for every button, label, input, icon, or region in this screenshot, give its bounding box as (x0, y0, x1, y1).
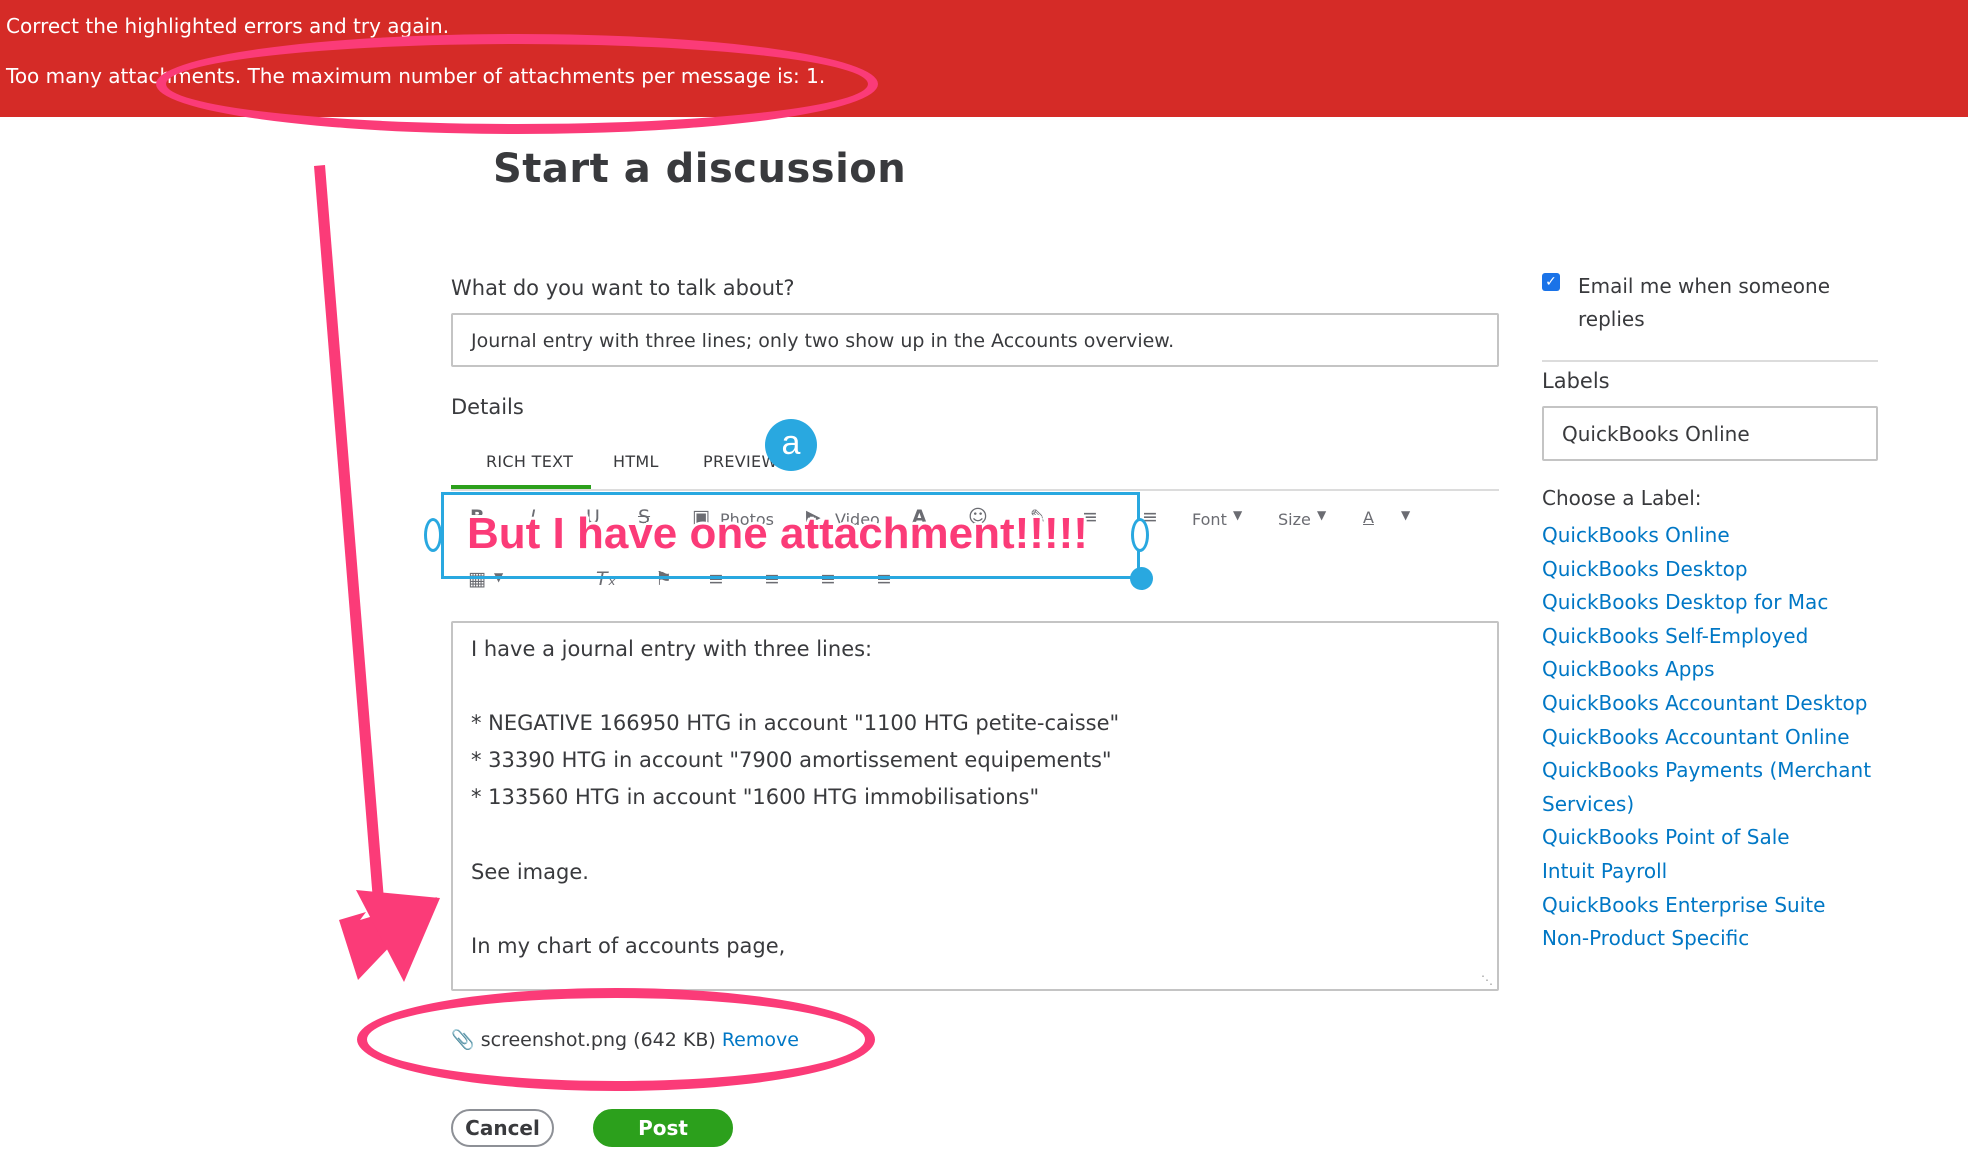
callout-resize-dot (1130, 567, 1153, 590)
annotation-arrow (314, 165, 440, 982)
arrow-shaft (314, 165, 384, 901)
annotation-oval-error (156, 34, 878, 134)
callout-handle-left (424, 518, 442, 552)
callout-handle-right (1131, 518, 1149, 552)
annotation-callout-text: But I have one attachment!!!!! (467, 509, 1088, 558)
annotation-oval-attachment (357, 988, 875, 1091)
annotation-badge: a (765, 419, 817, 471)
